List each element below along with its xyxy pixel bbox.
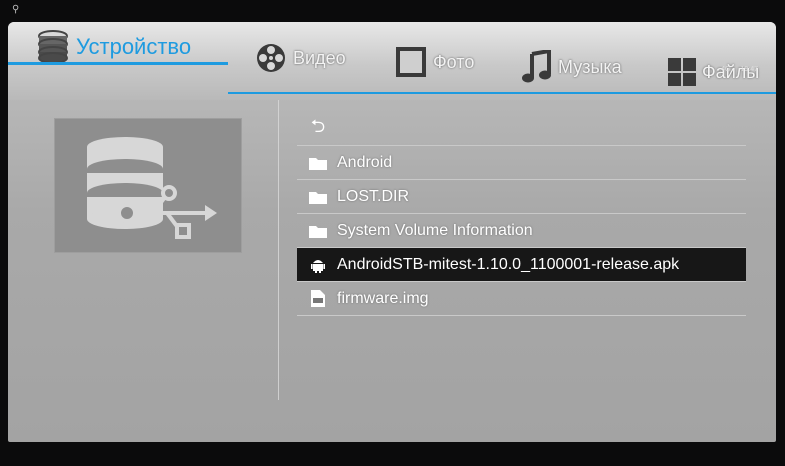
list-item-label: System Volume Information <box>337 221 533 239</box>
list-item[interactable]: Android <box>297 146 746 180</box>
list-item-label: Android <box>337 153 393 171</box>
list-item[interactable]: firmware.img <box>297 282 746 316</box>
panel-divider <box>278 100 279 400</box>
tab-device[interactable]: Устройство <box>36 30 191 64</box>
file-list: ⮌ Android LOST.DIR System Volume Informa… <box>297 112 746 316</box>
tab-music-label: Музыка <box>558 56 622 77</box>
clock: 19:47 <box>740 66 758 73</box>
status-bar: ⚲ <box>0 0 785 20</box>
list-item-label: firmware.img <box>337 289 429 307</box>
file-browser-screen: Устройство Видео Фото Музыка Файлы 4G 19… <box>8 22 776 442</box>
tab-photo-label: Фото <box>433 51 475 72</box>
status-indicators: 4G 19:47 <box>721 66 758 73</box>
tab-video[interactable]: Видео <box>255 42 346 74</box>
tab-bar: Устройство Видео Фото Музыка Файлы <box>8 22 776 100</box>
tab-photo[interactable]: Фото <box>395 46 474 78</box>
signal-indicator: 4G <box>721 66 731 73</box>
folder-icon <box>309 189 327 205</box>
music-note-icon <box>522 50 551 83</box>
usb-status-icon: ⚲ <box>12 4 20 15</box>
list-item-label: AndroidSTB-mitest-1.10.0_1100001-release… <box>337 255 680 273</box>
list-item[interactable]: LOST.DIR <box>297 180 746 214</box>
list-item[interactable]: System Volume Information <box>297 214 746 248</box>
list-item-selected[interactable]: AndroidSTB-mitest-1.10.0_1100001-release… <box>297 248 746 282</box>
tab-device-label: Устройство <box>76 34 192 59</box>
grid-icon <box>668 58 696 86</box>
list-item-back[interactable]: ⮌ <box>297 112 746 146</box>
tab-music[interactable]: Музыка <box>522 50 622 84</box>
folder-icon <box>309 155 327 171</box>
usb-storage-icon <box>87 137 217 239</box>
database-icon <box>38 30 68 64</box>
folder-icon <box>309 223 327 239</box>
tab-video-label: Видео <box>293 47 346 68</box>
photo-frame-icon <box>396 47 426 77</box>
tab-bar-line <box>228 92 776 94</box>
list-item-label: LOST.DIR <box>337 187 410 205</box>
film-reel-icon <box>257 44 285 72</box>
device-panel <box>54 118 242 253</box>
active-tab-underline <box>8 62 228 65</box>
back-arrow-icon: ⮌ <box>310 115 326 136</box>
android-icon <box>309 257 327 273</box>
file-icon <box>309 290 327 307</box>
